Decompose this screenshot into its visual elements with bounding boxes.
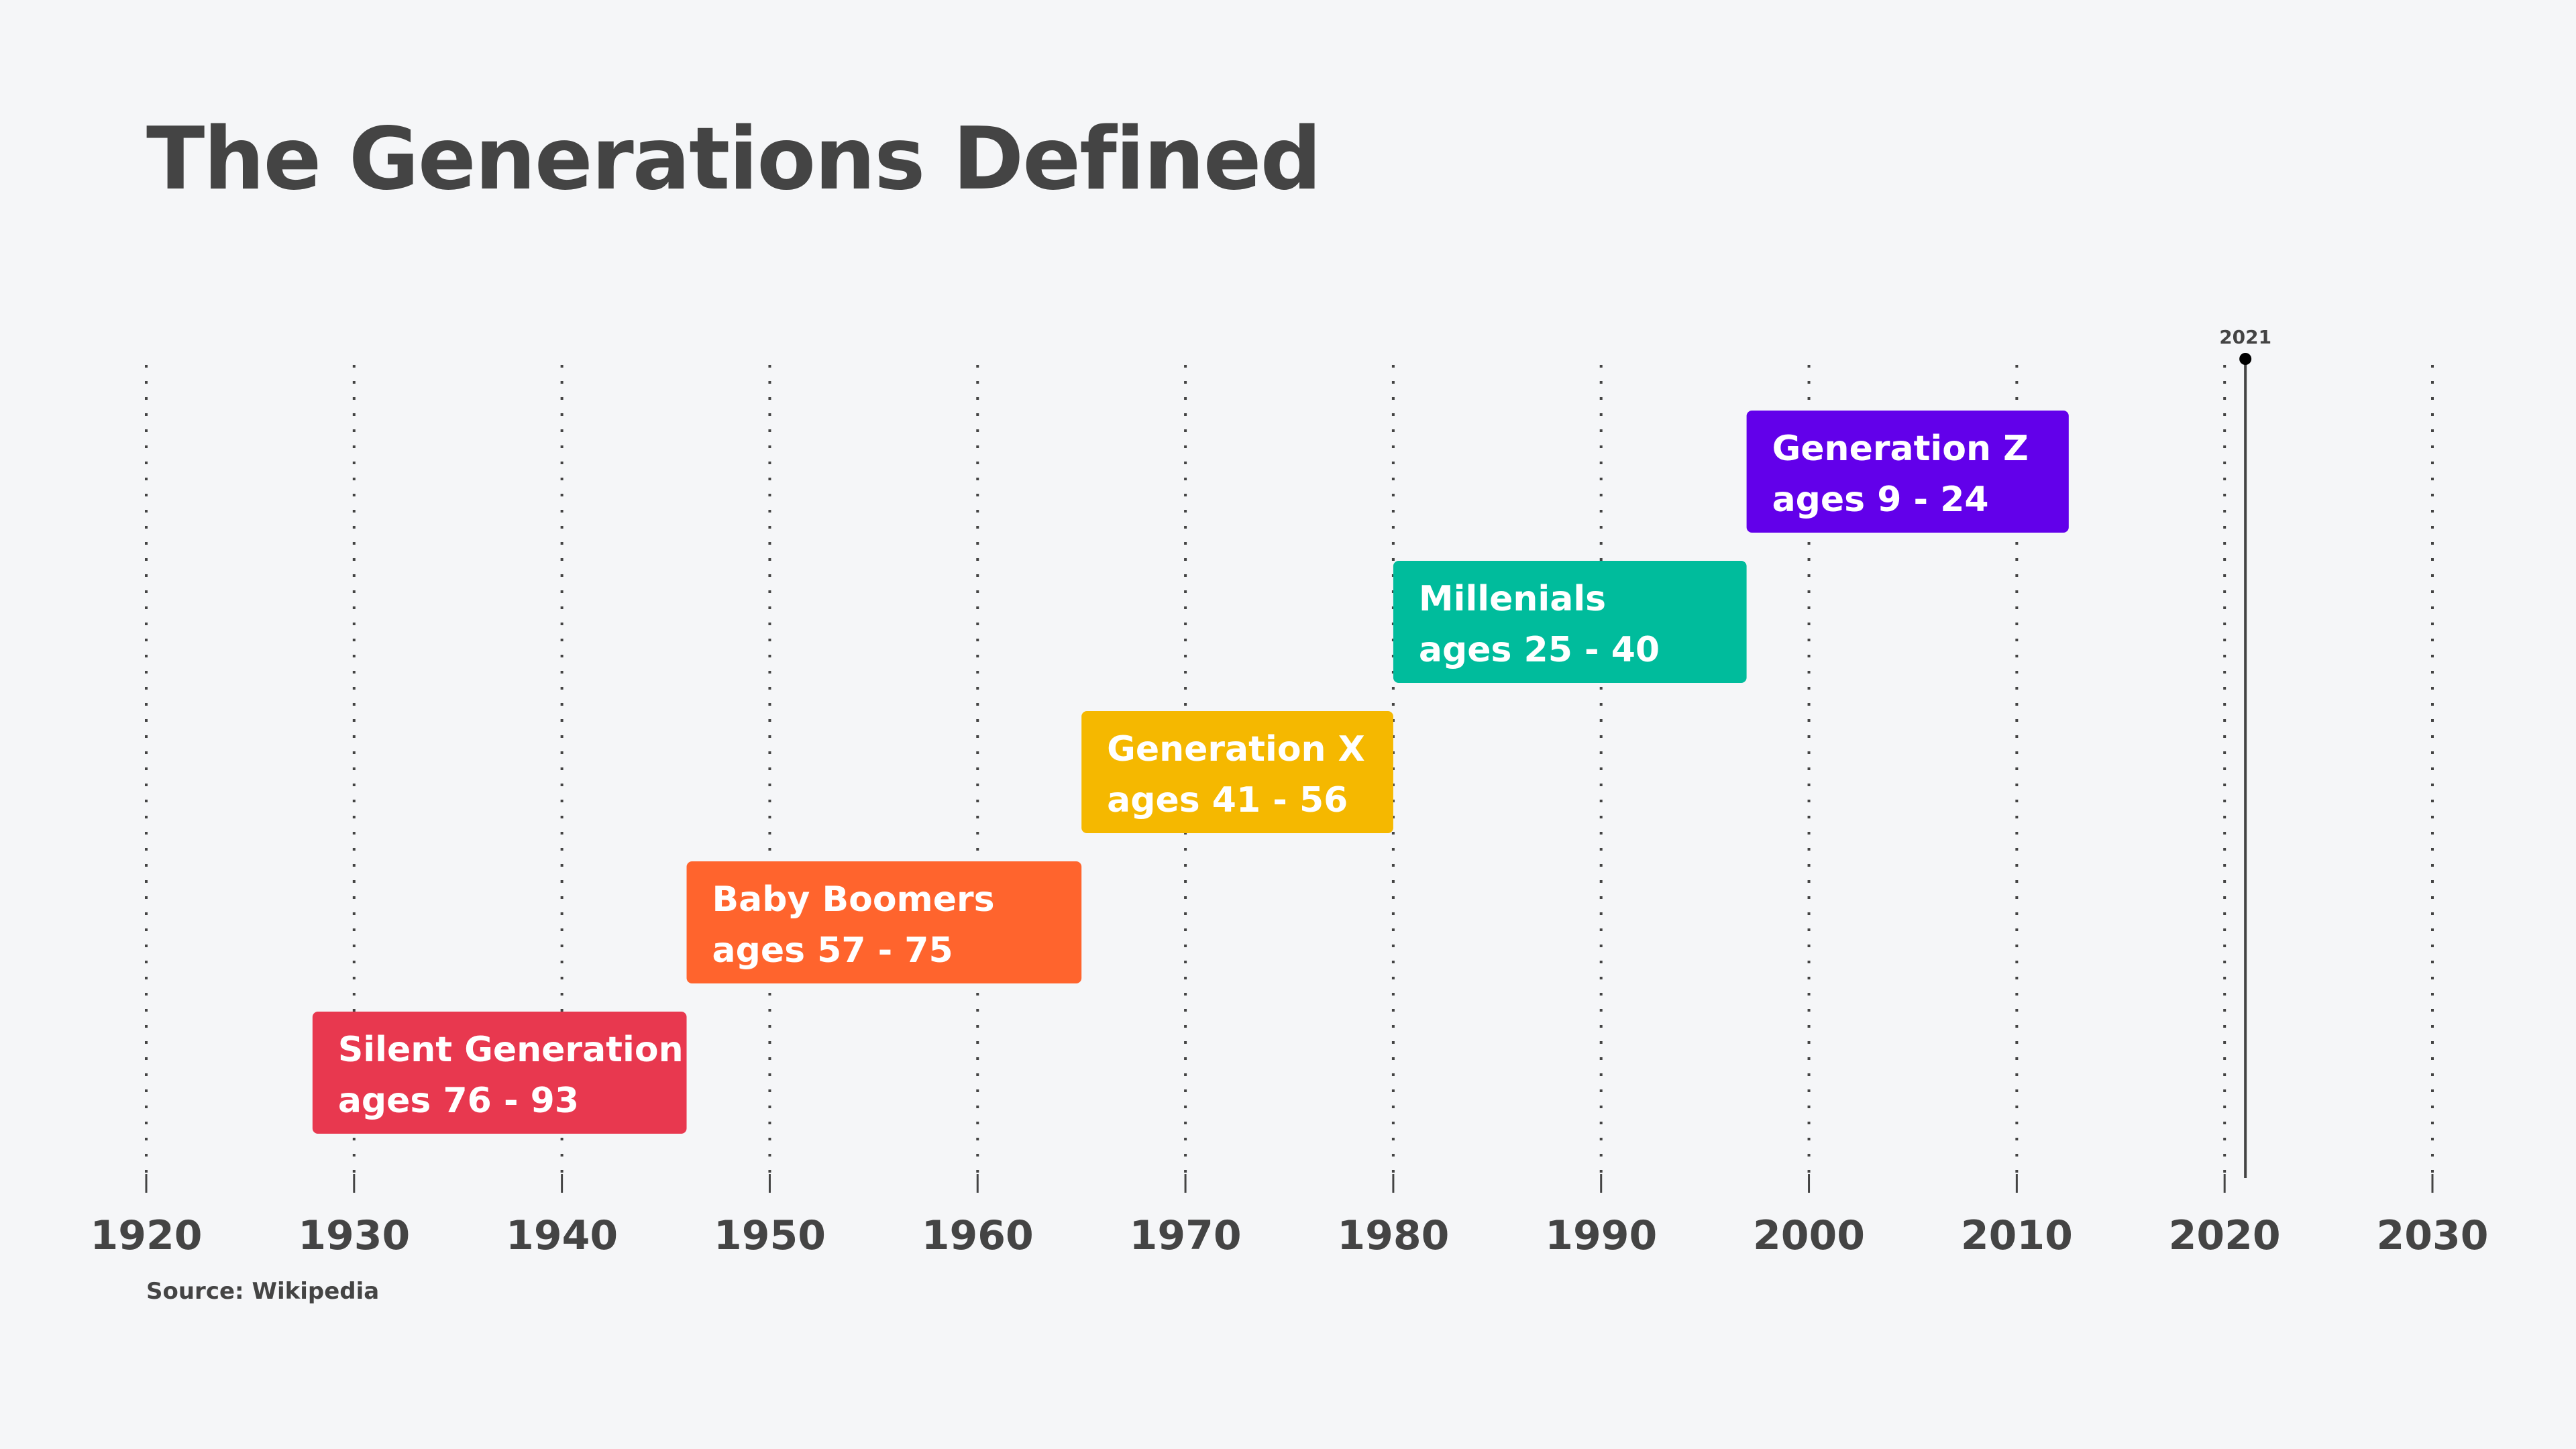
tick-label: 2030 xyxy=(2377,1212,2489,1259)
tick-label: 1980 xyxy=(1337,1212,1449,1259)
generation-name: Silent Generation xyxy=(338,1030,684,1070)
generation-bars: Silent Generation ages 76 - 93 Baby Boomer… xyxy=(312,411,2069,1134)
generation-ages: ages 9 - 24 xyxy=(1772,480,1989,520)
generation-name: Generation X xyxy=(1107,729,1365,769)
reference-marker: 2021 xyxy=(2219,326,2271,1178)
tick-label: 1990 xyxy=(1545,1212,1657,1259)
tick-label: 1920 xyxy=(91,1212,203,1259)
source-note: Source: Wikipedia xyxy=(146,1278,380,1305)
reference-dot xyxy=(2239,353,2252,365)
tick-label: 1930 xyxy=(298,1212,410,1259)
generation-name: Generation Z xyxy=(1772,429,2029,469)
generation-bar: Silent Generation ages 76 - 93 xyxy=(312,1012,687,1134)
generation-ages: ages 41 - 56 xyxy=(1107,780,1348,820)
generation-name: Baby Boomers xyxy=(712,879,995,920)
generation-bar: Baby Boomers ages 57 - 75 xyxy=(686,861,1082,983)
tick-label: 2010 xyxy=(1961,1212,2073,1259)
generation-name: Millenials xyxy=(1419,579,1606,619)
generation-ages: ages 25 - 40 xyxy=(1419,630,1660,670)
tick-label: 2000 xyxy=(1753,1212,1865,1259)
reference-label: 2021 xyxy=(2219,326,2271,348)
tick-label: 1970 xyxy=(1130,1212,1242,1259)
generation-bar: Generation Z ages 9 - 24 xyxy=(1746,411,2069,533)
tick-label: 1960 xyxy=(922,1212,1034,1259)
x-axis-ticks: 1920 1930 1940 1950 1960 1970 1980 1990 2000 2010… xyxy=(91,1174,2489,1259)
timeline-chart: Silent Generation ages 76 - 93 Baby Boomer… xyxy=(91,326,2489,1259)
generation-bar: Generation X ages 41 - 56 xyxy=(1081,711,1393,833)
tick-label: 1950 xyxy=(714,1212,826,1259)
generation-bar: Millenials ages 25 - 40 xyxy=(1393,561,1747,683)
tick-label: 2020 xyxy=(2169,1212,2281,1259)
generation-ages: ages 57 - 75 xyxy=(712,930,953,971)
tick-label: 1940 xyxy=(506,1212,618,1259)
generation-ages: ages 76 - 93 xyxy=(338,1081,579,1121)
